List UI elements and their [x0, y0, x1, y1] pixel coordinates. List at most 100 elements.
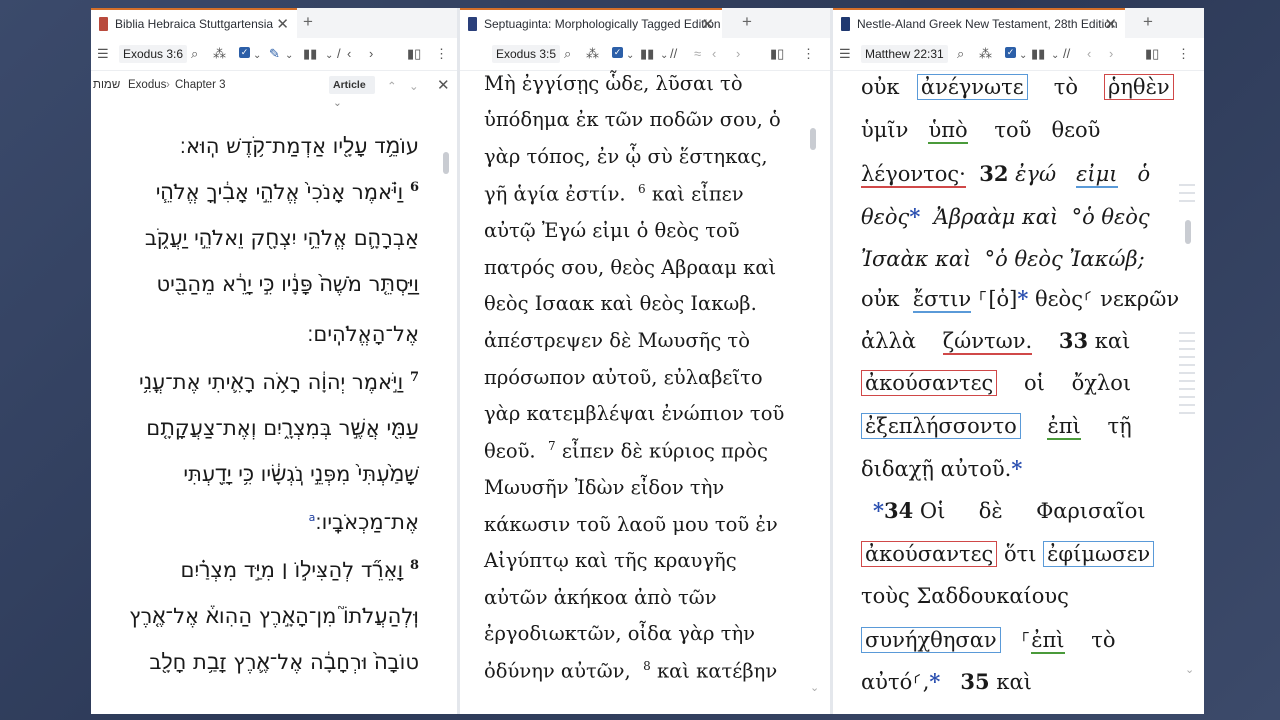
apparatus-marker[interactable]: *	[1017, 286, 1028, 311]
text-span[interactable]: καὶ κατέβην	[657, 660, 777, 683]
close-tab-icon[interactable]: ✕	[701, 15, 714, 33]
text-span[interactable]: αὐτῷ Ἐγώ εἰμι ὁ θεὸς τοῦ	[484, 219, 740, 242]
columns-icon[interactable]: ▮▮	[1031, 46, 1045, 62]
word[interactable]: ὁ θεὸς	[1082, 205, 1150, 229]
next-icon[interactable]: ›	[1109, 46, 1113, 62]
prev-icon[interactable]: ‹	[347, 46, 351, 62]
close-tab-icon[interactable]: ✕	[276, 15, 289, 33]
add-tab-icon[interactable]: +	[1143, 12, 1153, 32]
reference-input[interactable]: Matthew 22:31	[861, 45, 948, 63]
chevron-down-icon[interactable]: ⌄	[660, 48, 668, 64]
word[interactable]: καὶ	[996, 670, 1032, 694]
text-span[interactable]: וַיֹּ֣אמֶר יְהוָ֔ה רָאֹ֥ה רָאִ֛יתִי אֶת־…	[139, 370, 403, 394]
text-span[interactable]: αὐτῶν ἀκήκοα ἀπὸ τῶν	[484, 586, 717, 609]
word[interactable]: ἐγώ	[1015, 162, 1056, 186]
word[interactable]: αὐτό	[861, 670, 912, 694]
word[interactable]: τῇ	[1107, 414, 1131, 438]
verse-number[interactable]: 6	[638, 182, 646, 196]
word[interactable]: ὑμῖν	[861, 118, 908, 142]
word[interactable]: [ὁ]	[988, 287, 1017, 311]
text-span[interactable]: וַיַּסְתֵּ֤ר מֹשֶׁה֙ פָּנָ֔יו כִּ֣י יָרֵ…	[157, 272, 419, 296]
word[interactable]: Φαρισαῖοι	[1036, 499, 1146, 523]
more-options-icon[interactable]: ⋮	[802, 46, 815, 62]
chevron-down-icon[interactable]: ⌄	[1185, 663, 1194, 676]
menu-icon[interactable]: ☰	[839, 46, 851, 62]
visual-filter-checkbox-icon[interactable]: ✓	[239, 47, 250, 58]
more-options-icon[interactable]: ⋮	[435, 46, 448, 62]
chevron-up-icon[interactable]: ⌃	[387, 79, 397, 93]
word[interactable]: λέγοντος·	[861, 162, 966, 188]
word[interactable]: ζώντων.	[942, 329, 1033, 355]
word[interactable]: νεκρῶν	[1100, 287, 1179, 311]
word[interactable]: διδαχῇ αὐτοῦ.	[861, 457, 1011, 481]
chevron-down-icon[interactable]: ⌄	[1019, 48, 1027, 64]
word[interactable]: τοῦ	[994, 118, 1031, 142]
word[interactable]: τοὺς Σαδδουκαίους	[861, 584, 1069, 608]
verse-number[interactable]: 33	[1059, 328, 1088, 353]
text-span[interactable]: וּֽלְהַעֲלֹתוֹ֮ מִן־הָאָ֣רֶץ הַהִוא֒ אֶל…	[129, 604, 419, 628]
text-span[interactable]: אַבְרָהָ֛ם אֱלֹהֵ֥י יִצְחָ֖ק וֵאלֹהֵ֣י י…	[145, 226, 419, 250]
word[interactable]: ἐφίμωσεν	[1043, 541, 1155, 567]
close-icon[interactable]: ✕	[437, 76, 450, 94]
text-span[interactable]: θεοῦ.	[484, 440, 536, 463]
text-span[interactable]: שָׁמַ֙עְתִּי֙ מִפְּנֵ֣י נֹֽגְשָׂ֔יו כִּ֥…	[183, 462, 419, 486]
close-tab-icon[interactable]: ✕	[1104, 15, 1117, 33]
text-span[interactable]: πρόσωπον αὐτοῦ, εὐλαβεῖτο	[484, 366, 763, 389]
scroll-thumb[interactable]	[1185, 220, 1191, 244]
link-set-icon[interactable]: //	[670, 46, 677, 62]
text-span[interactable]: Αἰγύπτῳ καὶ τῆς κραυγῆς	[484, 549, 737, 572]
text-span[interactable]: וַיֹּ֗אמֶר אָנֹכִי֙ אֱלֹהֵ֣י אָבִ֔יךָ אֱ…	[156, 180, 404, 204]
word[interactable]: οὐκ	[861, 75, 900, 99]
tab-bhs[interactable]: Biblia Hebraica Stuttgartensia ✕	[91, 8, 297, 38]
word[interactable]: Ἰσαὰκ καὶ	[861, 247, 971, 271]
word[interactable]: ἐξεπλήσσοντο	[861, 413, 1021, 439]
panel-layout-icon[interactable]: ▮▯	[770, 46, 784, 62]
chevron-down-icon[interactable]: ⌄	[253, 48, 261, 64]
text-span[interactable]: וָאֵרֵ֞ד לְהַצִּיל֣וֹ ׀ מִיַּ֣ד מִצְרַ֗י…	[181, 558, 404, 582]
word[interactable]: ἐπὶ	[1047, 414, 1081, 440]
verse-number[interactable]: 7	[548, 439, 556, 453]
columns-icon[interactable]: ▮▮	[640, 46, 654, 62]
chevron-down-icon[interactable]: ⌄	[626, 48, 634, 64]
verse-number[interactable]: 34	[884, 498, 913, 523]
text-span[interactable]: ἀπέστρεψεν δὲ Μωυσῆς τὸ	[484, 329, 750, 352]
prev-icon[interactable]: ‹	[712, 46, 716, 62]
verse-number[interactable]: 8	[643, 659, 651, 673]
wave-icon[interactable]: ≈	[694, 46, 701, 62]
breadcrumb-hebrew[interactable]: שמות	[93, 79, 120, 91]
word[interactable]: ἀκούσαντες	[861, 370, 998, 396]
apparatus-marker[interactable]: °	[1072, 205, 1083, 229]
menu-icon[interactable]: ☰	[97, 46, 109, 62]
word[interactable]: ὑπὸ	[928, 118, 968, 144]
chevron-down-icon[interactable]: ⌄	[285, 48, 293, 64]
word[interactable]: Οἱ	[920, 499, 945, 523]
apparatus-marker[interactable]: *	[1011, 456, 1022, 481]
interlinear-icon[interactable]: ✎	[269, 46, 280, 62]
tab-septuagint[interactable]: Septuaginta: Morphologically Tagged Edit…	[460, 8, 722, 38]
verse-number[interactable]: 7	[410, 370, 419, 385]
word[interactable]: ῥηθὲν	[1104, 74, 1174, 100]
add-tab-icon[interactable]: +	[742, 12, 752, 32]
article-dropdown[interactable]: Article ⌄	[329, 76, 375, 109]
panel-layout-icon[interactable]: ▮▯	[1145, 46, 1159, 62]
word[interactable]: καὶ	[1095, 329, 1131, 353]
text-span[interactable]: טוֹבָה֙ וּרְחָבָ֔ה אֶל־אֶ֛רֶץ זָבַ֥ת חָל…	[149, 650, 419, 674]
people-icon[interactable]: ⁂	[586, 46, 599, 62]
search-icon[interactable]: ⌕	[957, 46, 964, 62]
breadcrumb-chapter[interactable]: Chapter 3	[175, 79, 226, 91]
text-span[interactable]: ἐργοδιωκτῶν, οἶδα γὰρ τὴν	[484, 622, 755, 645]
apparatus-marker[interactable]: °	[985, 247, 996, 271]
text-span[interactable]: ὀδύνην αὐτῶν,	[484, 660, 631, 683]
panel-layout-icon[interactable]: ▮▯	[407, 46, 421, 62]
text-span[interactable]: γὰρ τόπος, ἐν ᾧ σὺ ἕστηκας,	[484, 145, 768, 168]
word[interactable]: ὄχλοι	[1072, 371, 1132, 395]
word[interactable]: ὁ	[1138, 162, 1151, 186]
text-span[interactable]: κάκωσιν τοῦ λαοῦ μου τοῦ ἐν	[484, 513, 778, 536]
scrollbar[interactable]: ⌄	[810, 70, 820, 694]
breadcrumb-book[interactable]: Exodus	[128, 79, 166, 91]
search-icon[interactable]: ⌕	[564, 46, 571, 62]
text-span[interactable]: עַמִּ֖י אֲשֶׁ֣ר בְּמִצְרָ֑יִם וְאֶת־צַעֲ…	[146, 416, 419, 440]
word[interactable]: οἱ	[1024, 371, 1045, 395]
scroll-thumb[interactable]	[443, 152, 449, 174]
word[interactable]: ἀλλὰ	[861, 329, 916, 353]
